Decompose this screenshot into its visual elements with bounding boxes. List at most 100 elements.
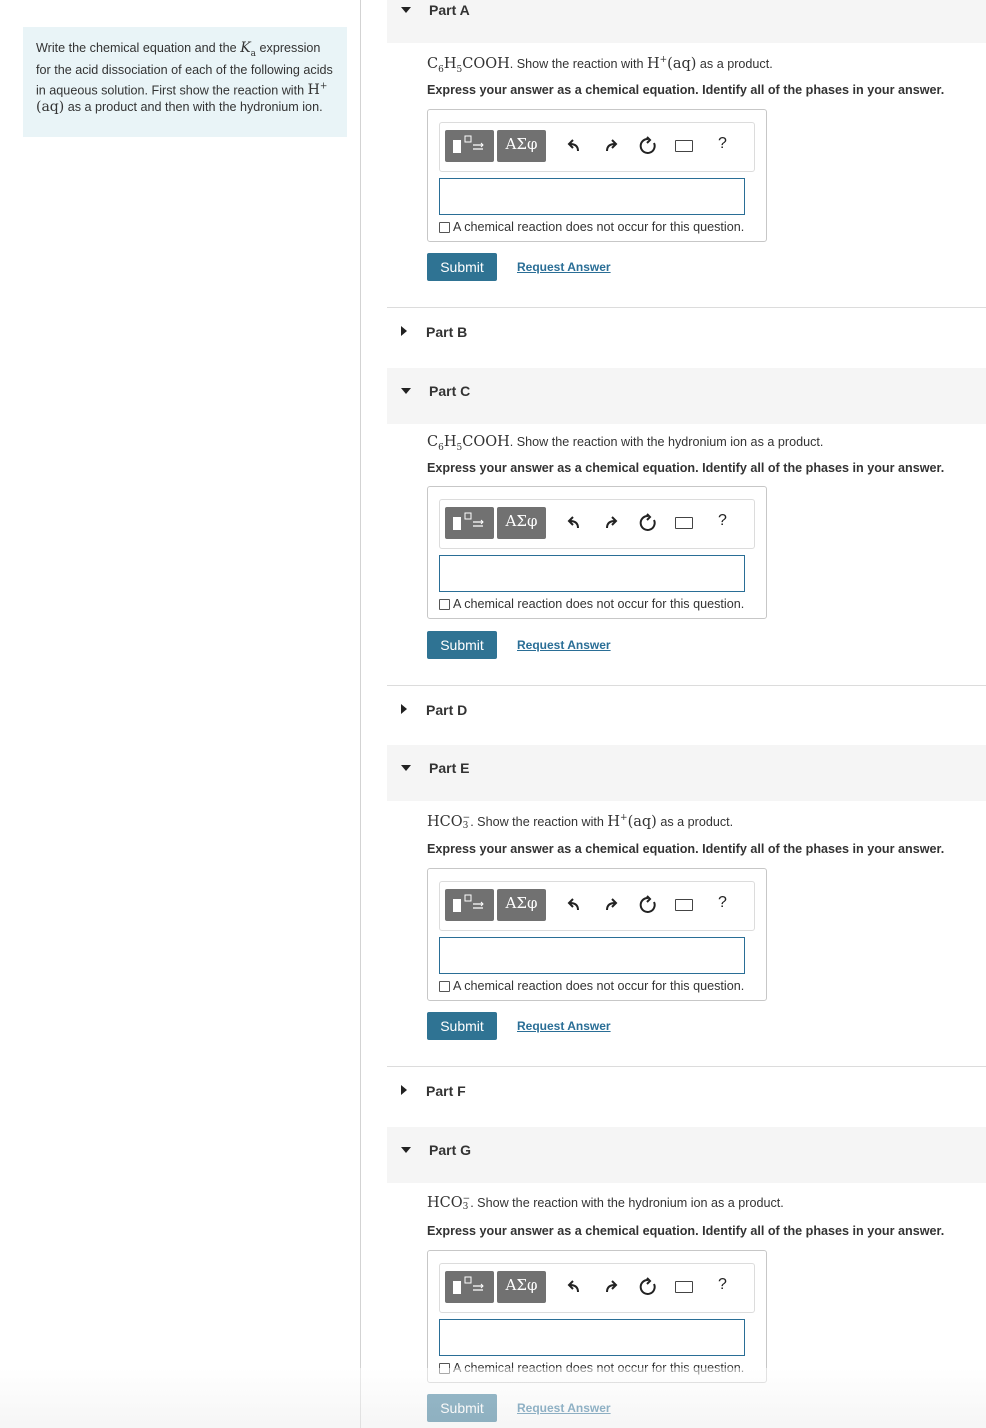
instruction-text: Express your answer as a chemical equati… (427, 842, 945, 856)
redo-icon[interactable] (602, 1277, 622, 1297)
part-g: Part G HCO −3. Show the reaction with the… (387, 1127, 986, 1428)
greek-symbols-button[interactable]: ΑΣφ (497, 507, 546, 539)
h-phase: (aq) (667, 55, 697, 72)
collapse-caret-icon[interactable] (401, 765, 411, 771)
formula-part: COOH (462, 434, 510, 450)
reset-icon[interactable] (638, 1277, 658, 1297)
equation-toolbar: ΑΣφ ? (439, 122, 755, 172)
part-c-title: Part C (429, 383, 471, 399)
keyboard-icon[interactable] (675, 517, 693, 529)
keyboard-icon[interactable] (675, 1281, 693, 1293)
part-c-header[interactable]: Part C (387, 368, 986, 424)
no-reaction-checkbox[interactable] (439, 980, 450, 992)
part-a-header[interactable]: Part A (387, 0, 986, 43)
request-answer-link[interactable]: Request Answer (517, 1019, 611, 1033)
greek-symbols-button[interactable]: ΑΣφ (497, 130, 546, 162)
collapse-caret-icon[interactable] (401, 7, 411, 13)
no-reaction-checkbox[interactable] (439, 1362, 450, 1374)
redo-icon[interactable] (602, 513, 622, 533)
part-d: Part D (387, 686, 986, 732)
h-plus-aq: H+(aq) (647, 55, 697, 72)
answer-input[interactable] (439, 555, 745, 592)
answer-input[interactable] (439, 937, 745, 974)
question-text: HCO −3. Show the reaction with H+(aq) as … (427, 813, 733, 830)
templates-icon (453, 135, 484, 153)
part-f-title: Part F (426, 1083, 466, 1099)
intro-text: as a product and then with the hydronium… (64, 99, 323, 114)
reset-icon[interactable] (638, 895, 658, 915)
reset-icon[interactable] (638, 513, 658, 533)
h-plus-aq: H+(aq) (607, 813, 656, 830)
h-phase: (aq) (36, 98, 65, 115)
templates-icon (453, 1276, 484, 1294)
instruction-text: Express your answer as a chemical equati… (427, 83, 945, 97)
help-button[interactable]: ? (718, 135, 727, 153)
templates-icon (453, 894, 484, 912)
request-answer-link[interactable]: Request Answer (517, 638, 611, 652)
part-f-header[interactable]: Part F (387, 1067, 986, 1113)
part-e: Part E HCO −3. Show the reaction with H+(… (387, 745, 986, 1067)
submit-button[interactable]: Submit (427, 1012, 497, 1040)
answer-input[interactable] (439, 178, 745, 215)
templates-icon (453, 512, 484, 530)
part-b: Part B (387, 308, 986, 354)
no-reaction-option[interactable]: A chemical reaction does not occur for t… (439, 597, 744, 611)
formula-part: HCO (427, 1195, 463, 1211)
reset-icon[interactable] (638, 136, 658, 156)
equation-toolbar: ΑΣφ ? (439, 881, 755, 931)
no-reaction-label: A chemical reaction does not occur for t… (453, 220, 745, 234)
answer-input[interactable] (439, 1319, 745, 1356)
submit-button[interactable]: Submit (427, 1394, 497, 1422)
redo-icon[interactable] (602, 136, 622, 156)
formula: C6H5COOH (427, 434, 510, 453)
templates-button[interactable] (445, 1271, 494, 1303)
greek-symbols-button[interactable]: ΑΣφ (497, 889, 546, 921)
part-g-header[interactable]: Part G (387, 1127, 986, 1183)
expand-caret-icon[interactable] (401, 1085, 407, 1095)
k-letter: K (240, 40, 251, 56)
intro-text: Write the chemical equation and the (36, 41, 241, 55)
expand-caret-icon[interactable] (401, 704, 407, 714)
formula-part: H (443, 434, 457, 450)
undo-icon[interactable] (564, 895, 584, 915)
collapse-caret-icon[interactable] (401, 1147, 411, 1153)
no-reaction-option[interactable]: A chemical reaction does not occur for t… (439, 979, 744, 993)
templates-button[interactable] (445, 889, 494, 921)
question-text-fragment: as a product. (696, 56, 773, 71)
greek-symbols-button[interactable]: ΑΣφ (497, 1271, 546, 1303)
keyboard-icon[interactable] (675, 140, 693, 152)
no-reaction-checkbox[interactable] (439, 598, 450, 610)
part-b-title: Part B (426, 324, 468, 340)
column-divider (360, 0, 361, 1428)
part-d-header[interactable]: Part D (387, 686, 986, 732)
formula: HCO −3 (427, 813, 470, 830)
templates-button[interactable] (445, 130, 494, 162)
equation-toolbar: ΑΣφ ? (439, 1263, 755, 1313)
part-e-header[interactable]: Part E (387, 745, 986, 801)
submit-button[interactable]: Submit (427, 631, 497, 659)
request-answer-link[interactable]: Request Answer (517, 260, 611, 274)
formula-part: HCO (427, 813, 463, 830)
help-button[interactable]: ? (718, 512, 727, 530)
question-text: C6H5COOH. Show the reaction with the hyd… (427, 434, 823, 453)
undo-icon[interactable] (564, 513, 584, 533)
keyboard-icon[interactable] (675, 899, 693, 911)
no-reaction-option[interactable]: A chemical reaction does not occur for t… (439, 220, 744, 234)
request-answer-link[interactable]: Request Answer (517, 1401, 611, 1415)
templates-button[interactable] (445, 507, 494, 539)
part-c: Part C C6H5COOH. Show the reaction with … (387, 368, 986, 686)
answer-box: ΑΣφ ? A chemical reaction does not occur… (427, 868, 767, 1001)
redo-icon[interactable] (602, 895, 622, 915)
submit-button[interactable]: Submit (427, 253, 497, 281)
collapse-caret-icon[interactable] (401, 388, 411, 394)
formula: C6H5COOH (427, 55, 510, 75)
part-b-header[interactable]: Part B (387, 308, 986, 354)
undo-icon[interactable] (564, 136, 584, 156)
help-button[interactable]: ? (718, 1276, 727, 1294)
formula-part: C (427, 55, 439, 72)
undo-icon[interactable] (564, 1277, 584, 1297)
expand-caret-icon[interactable] (401, 326, 407, 336)
no-reaction-checkbox[interactable] (439, 221, 450, 233)
help-button[interactable]: ? (718, 894, 727, 912)
no-reaction-option[interactable]: A chemical reaction does not occur for t… (439, 1361, 744, 1375)
